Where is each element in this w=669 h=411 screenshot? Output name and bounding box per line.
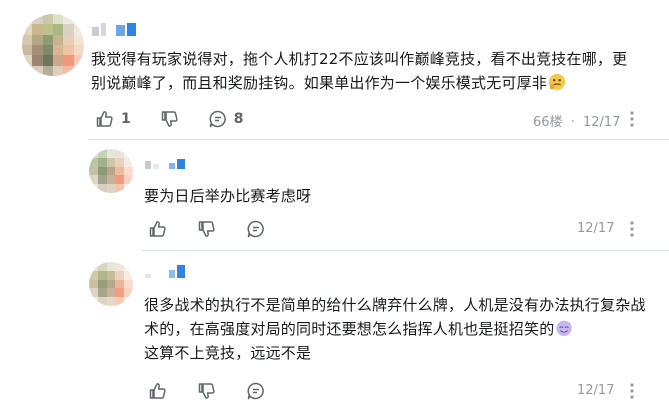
more-vertical-icon [630, 221, 634, 237]
reply-avatar[interactable] [89, 262, 133, 306]
thinking-face-emoji [548, 73, 566, 91]
comment-text: 我觉得有玩家说得对，拖个人机打22不应该叫作巅峰竞技，看不出竞技在哪，更别说巅峰… [91, 50, 628, 92]
reply-button[interactable] [246, 219, 266, 239]
thumbs-up-icon [149, 221, 166, 237]
more-vertical-icon [630, 111, 634, 127]
like-button[interactable]: 1 [95, 109, 131, 129]
thumbs-down-icon [198, 383, 215, 399]
thumbs-down-icon [161, 111, 178, 127]
divider [141, 250, 669, 251]
avatar[interactable] [22, 14, 84, 76]
like-button[interactable] [148, 219, 168, 239]
divider [88, 139, 669, 140]
comment-bubble-icon [247, 220, 264, 238]
dislike-button[interactable] [197, 381, 217, 401]
reply-count: 8 [233, 111, 244, 127]
dislike-button[interactable] [197, 219, 217, 239]
reply-username-mosaic[interactable] [145, 265, 185, 278]
comment-meta: 66楼 · 12/17 [533, 111, 620, 130]
thumbs-down-icon [198, 221, 215, 237]
reply-button[interactable] [246, 381, 266, 401]
reply-date: 12/17 [577, 383, 615, 398]
sweat-smile-emoji [556, 320, 573, 337]
comment-bubble-icon [247, 382, 264, 400]
like-button[interactable] [148, 381, 168, 401]
dislike-button[interactable] [160, 109, 180, 129]
more-vertical-icon [630, 383, 634, 399]
more-button[interactable] [629, 221, 635, 241]
reply-text: 要为日后举办比赛考虑呀 [144, 187, 312, 205]
reply-button[interactable]: 8 [208, 109, 244, 129]
floor-number: 66楼 [533, 115, 563, 130]
reply-date: 12/17 [577, 221, 615, 236]
reply-avatar[interactable] [89, 149, 133, 193]
comment-bubble-icon [209, 110, 226, 128]
more-button[interactable] [629, 111, 635, 131]
reply-text: 很多战术的执行不是简单的给什么牌弃什么牌，人机是没有办法执行复杂战术的，在高强度… [144, 296, 646, 362]
meta-separator: · [570, 115, 575, 130]
username-mosaic[interactable] [92, 23, 136, 36]
more-button[interactable] [629, 383, 635, 403]
comment-date: 12/17 [582, 115, 621, 130]
reply-username-mosaic[interactable] [145, 157, 185, 169]
reply-actions [148, 381, 266, 401]
thumbs-up-icon [96, 111, 113, 127]
like-count: 1 [121, 111, 131, 127]
reply-actions [148, 219, 266, 239]
comment-actions: 1 8 [95, 109, 244, 129]
thumbs-up-icon [149, 383, 166, 399]
